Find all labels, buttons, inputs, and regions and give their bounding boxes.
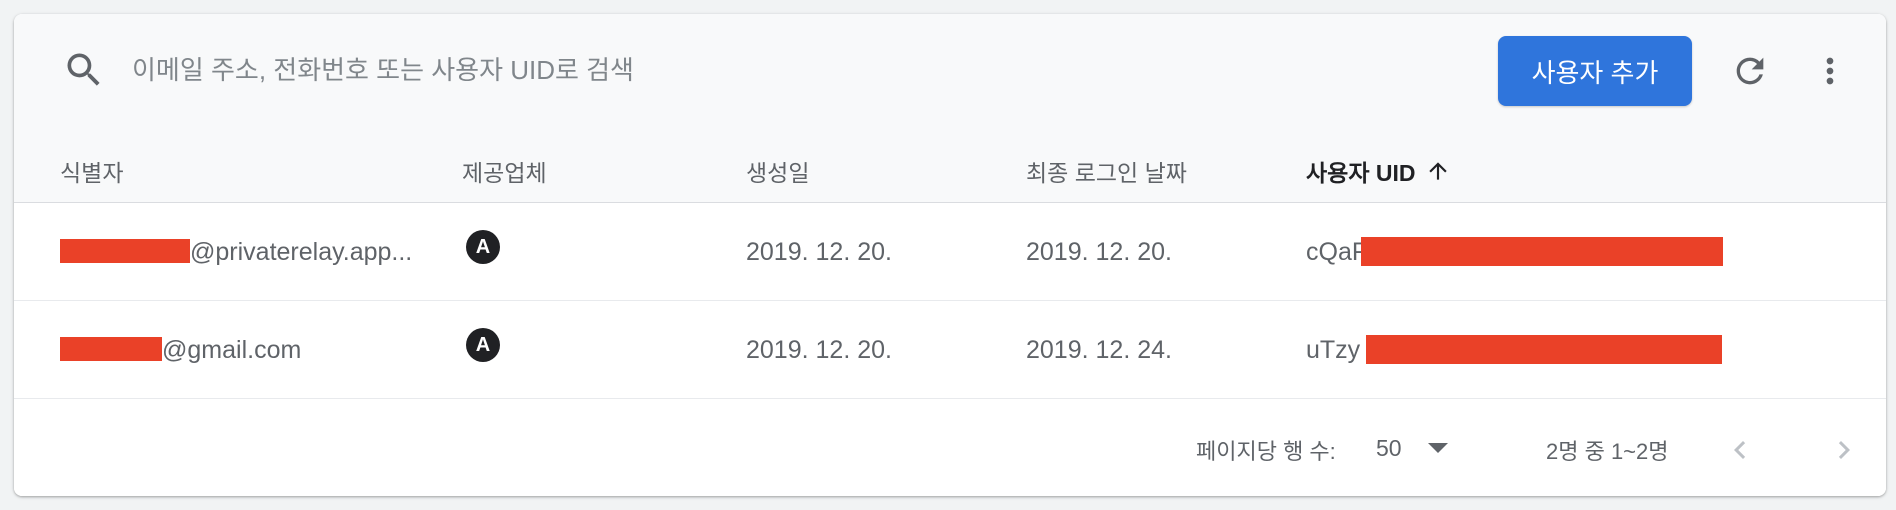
refresh-icon bbox=[1736, 57, 1764, 85]
previous-page-button[interactable] bbox=[1716, 426, 1764, 474]
column-header-user-uid[interactable]: 사용자 UID bbox=[1306, 154, 1866, 188]
pagination-range: 2명 중 1~2명 bbox=[1546, 439, 1669, 464]
user-uid-cell: uTzy bbox=[1306, 335, 1866, 365]
refresh-button[interactable] bbox=[1726, 47, 1774, 95]
column-header-user-uid-label: 사용자 UID bbox=[1306, 160, 1416, 186]
more-options-button[interactable] bbox=[1806, 47, 1854, 95]
apple-provider-icon: A bbox=[466, 230, 500, 264]
uid-prefix: uTzy bbox=[1306, 336, 1361, 364]
more-vert-icon bbox=[1826, 57, 1834, 85]
user-uid-cell: cQaF bbox=[1306, 237, 1866, 267]
next-page-button[interactable] bbox=[1820, 426, 1868, 474]
last-login-cell: 2019. 12. 20. bbox=[1026, 238, 1172, 266]
sort-ascending-icon bbox=[1429, 162, 1448, 180]
users-table-card: 사용자 추가 식별자 제공업체 생성일 최종 로그인 날짜 사용자 UID @p… bbox=[14, 14, 1886, 496]
toolbar: 사용자 추가 bbox=[14, 14, 1886, 132]
redacted-block bbox=[60, 337, 162, 362]
redacted-block bbox=[60, 239, 190, 264]
apple-provider-icon: A bbox=[466, 328, 500, 362]
created-date-cell: 2019. 12. 20. bbox=[746, 238, 892, 266]
chevron-left-icon bbox=[1734, 441, 1746, 459]
identifier-cell: @privaterelay.app... bbox=[60, 237, 440, 267]
identifier-cell: @gmail.com bbox=[60, 335, 440, 365]
rows-per-page-value: 50 bbox=[1376, 434, 1402, 461]
pagination-footer: 페이지당 행 수: 50 2명 중 1~2명 bbox=[14, 399, 1886, 496]
created-date-cell: 2019. 12. 20. bbox=[746, 336, 892, 364]
redacted-block bbox=[1361, 237, 1724, 267]
rows-per-page-label: 페이지당 행 수: bbox=[1196, 439, 1336, 464]
last-login-cell: 2019. 12. 24. bbox=[1026, 336, 1172, 364]
rows-per-page-select[interactable]: 50 bbox=[1376, 427, 1476, 469]
column-header-provider[interactable]: 제공업체 bbox=[462, 154, 712, 188]
search-icon bbox=[67, 53, 100, 86]
table-row[interactable]: @gmail.com A 2019. 12. 20. 2019. 12. 24.… bbox=[14, 301, 1886, 399]
add-user-button[interactable]: 사용자 추가 bbox=[1498, 36, 1692, 106]
column-header-identifier[interactable]: 식별자 bbox=[60, 154, 440, 188]
identifier-suffix: @gmail.com bbox=[162, 336, 302, 364]
table-row[interactable]: @privaterelay.app... A 2019. 12. 20. 201… bbox=[14, 203, 1886, 301]
chevron-right-icon bbox=[1838, 441, 1850, 459]
dropdown-arrow-icon bbox=[1427, 443, 1448, 453]
table-header: 식별자 제공업체 생성일 최종 로그인 날짜 사용자 UID bbox=[14, 132, 1886, 203]
search-input[interactable] bbox=[132, 48, 1232, 92]
column-header-created[interactable]: 생성일 bbox=[746, 154, 996, 188]
identifier-suffix: @privaterelay.app... bbox=[190, 238, 413, 266]
uid-prefix: cQaF bbox=[1306, 238, 1368, 266]
redacted-block bbox=[1366, 335, 1723, 365]
column-header-last-login[interactable]: 최종 로그인 날짜 bbox=[1026, 154, 1276, 188]
